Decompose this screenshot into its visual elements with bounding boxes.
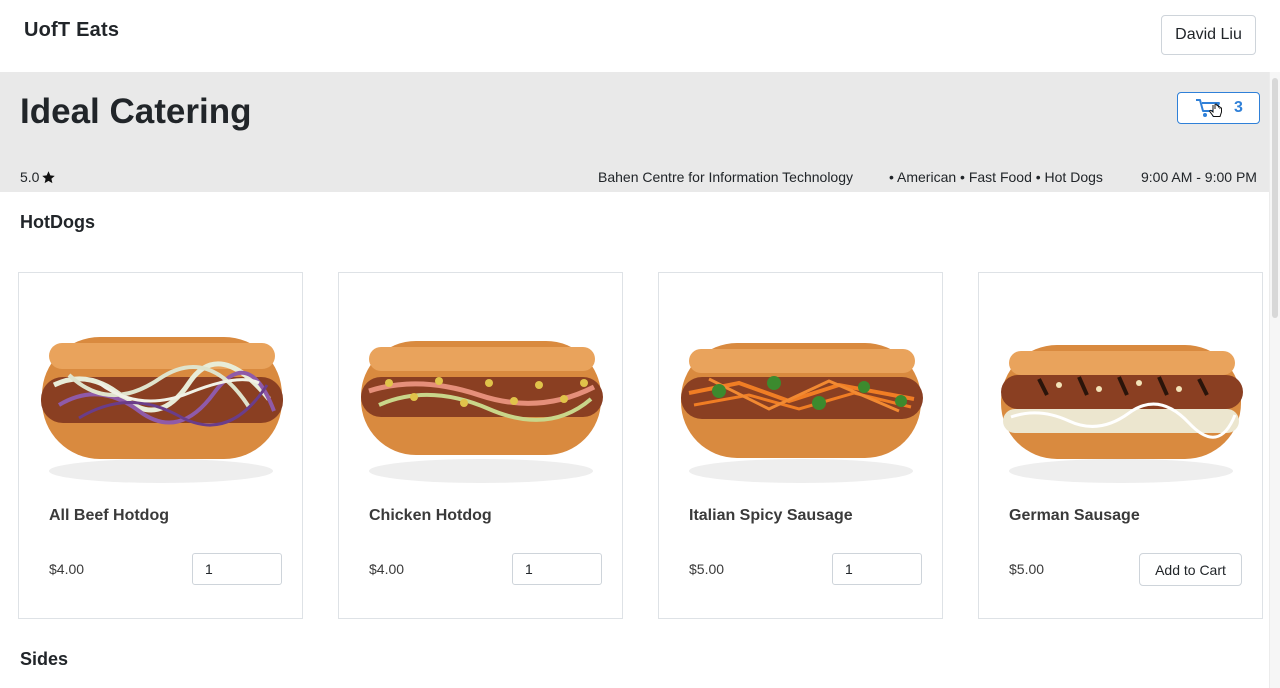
- quantity-input[interactable]: [192, 553, 282, 585]
- restaurant-location: Bahen Centre for Information Technology: [598, 169, 854, 185]
- menu-item-card: Italian Spicy Sausage $5.00: [658, 272, 943, 619]
- menu-item-price: $5.00: [689, 561, 725, 577]
- restaurant-hours: 9:00 AM - 9:00 PM: [1141, 169, 1257, 185]
- hotdog-image: [1001, 345, 1243, 483]
- quantity-input[interactable]: [512, 553, 602, 585]
- cart-icon: [1196, 99, 1223, 117]
- menu-item-card: Chicken Hotdog $4.00: [338, 272, 623, 619]
- brand-logo[interactable]: UofT Eats: [24, 19, 119, 42]
- menu-item-price: $4.00: [49, 561, 85, 577]
- menu-item-price: $5.00: [1009, 561, 1045, 577]
- menu-item-name: German Sausage: [1009, 507, 1140, 524]
- menu-item-card: All Beef Hotdog $4.00: [18, 272, 303, 619]
- page-scrollbar[interactable]: [1269, 72, 1280, 688]
- restaurant-header: Ideal Catering 3 5.0 Bahen Centre for In…: [0, 72, 1280, 192]
- top-navbar: UofT Eats David Liu: [0, 0, 1280, 72]
- hotdog-image: [681, 343, 923, 483]
- section-title-sides: Sides: [20, 649, 69, 669]
- quantity-input[interactable]: [832, 553, 922, 585]
- menu-item-name: Chicken Hotdog: [369, 507, 492, 524]
- menu-item-card: German Sausage $5.00 Add to Cart: [978, 272, 1263, 619]
- menu-item-name: All Beef Hotdog: [49, 507, 169, 524]
- user-menu-button[interactable]: David Liu: [1161, 15, 1256, 55]
- rating-value: 5.0: [20, 169, 40, 185]
- section-title-hotdogs: HotDogs: [20, 212, 95, 232]
- restaurant-name: Ideal Catering: [20, 92, 252, 131]
- restaurant-rating: 5.0: [20, 169, 56, 185]
- menu-item-price: $4.00: [369, 561, 405, 577]
- hotdog-image: [361, 341, 603, 483]
- star-icon: [42, 170, 56, 183]
- cart-count-badge: 3: [1234, 99, 1243, 116]
- hotdog-image: [41, 337, 283, 483]
- restaurant-cuisines: • American • Fast Food • Hot Dogs: [889, 169, 1103, 185]
- cart-button[interactable]: 3: [1177, 92, 1260, 124]
- hand-cursor-icon: [1209, 103, 1223, 117]
- scrollbar-thumb[interactable]: [1272, 78, 1278, 318]
- menu-item-name: Italian Spicy Sausage: [689, 507, 853, 524]
- add-to-cart-button[interactable]: Add to Cart: [1139, 553, 1242, 586]
